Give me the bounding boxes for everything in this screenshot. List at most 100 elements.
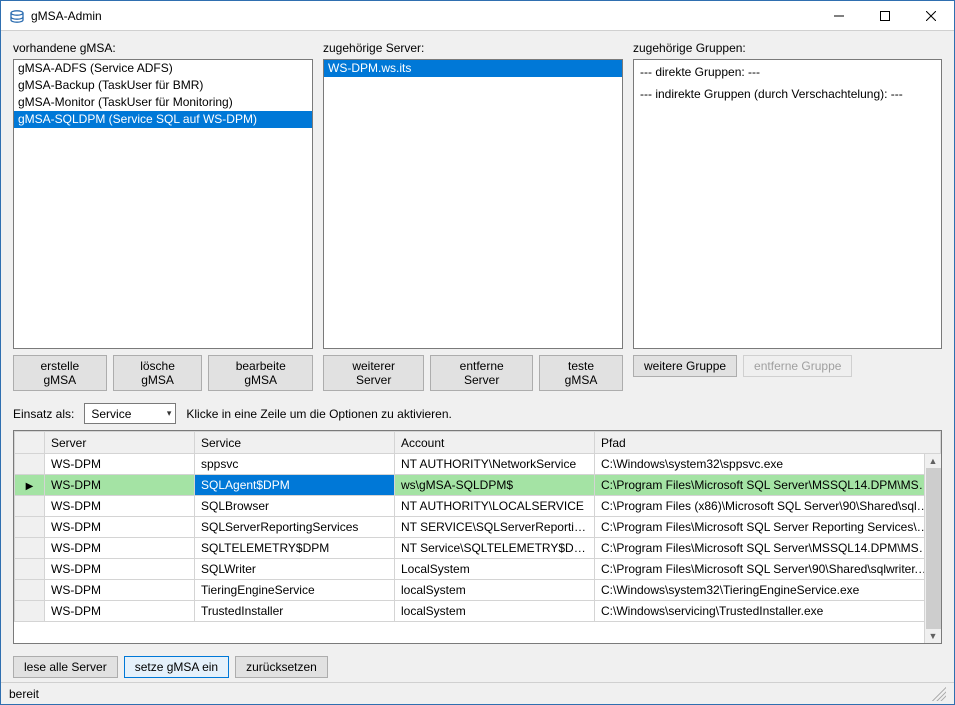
row-header bbox=[15, 517, 45, 538]
cell-pfad[interactable]: C:\Program Files (x86)\Microsoft SQL Ser… bbox=[595, 496, 941, 517]
close-button[interactable] bbox=[908, 1, 954, 30]
window-title: gMSA-Admin bbox=[31, 9, 816, 23]
table-row[interactable]: ▶WS-DPMSQLAgent$DPMws\gMSA-SQLDPM$C:\Pro… bbox=[15, 475, 941, 496]
cell-server[interactable]: WS-DPM bbox=[45, 538, 195, 559]
app-window: gMSA-Admin vorhandene gMSA: gMSA-ADFS (S… bbox=[0, 0, 955, 705]
cell-service[interactable]: SQLWriter bbox=[195, 559, 395, 580]
minimize-button[interactable] bbox=[816, 1, 862, 30]
cell-account[interactable]: NT SERVICE\SQLServerReportingSer... bbox=[395, 517, 595, 538]
reset-button[interactable]: zurücksetzen bbox=[235, 656, 328, 678]
cell-server[interactable]: WS-DPM bbox=[45, 496, 195, 517]
remove-group-button[interactable]: entferne Gruppe bbox=[743, 355, 852, 377]
add-server-button[interactable]: weiterer Server bbox=[323, 355, 424, 391]
server-column: zugehörige Server: WS-DPM.ws.its weitere… bbox=[323, 41, 623, 391]
row-header bbox=[15, 601, 45, 622]
add-group-button[interactable]: weitere Gruppe bbox=[633, 355, 737, 377]
table-row[interactable]: WS-DPMSQLWriterLocalSystemC:\Program Fil… bbox=[15, 559, 941, 580]
cell-service[interactable]: TrustedInstaller bbox=[195, 601, 395, 622]
scroll-up-icon[interactable]: ▲ bbox=[927, 454, 940, 468]
set-gmsa-button[interactable]: setze gMSA ein bbox=[124, 656, 229, 678]
server-listbox[interactable]: WS-DPM.ws.its bbox=[323, 59, 623, 349]
delete-gmsa-button[interactable]: lösche gMSA bbox=[113, 355, 203, 391]
scroll-thumb[interactable] bbox=[926, 468, 941, 629]
edit-gmsa-button[interactable]: bearbeite gMSA bbox=[208, 355, 313, 391]
cell-pfad[interactable]: C:\Windows\system32\TieringEngineService… bbox=[595, 580, 941, 601]
cell-pfad[interactable]: C:\Windows\servicing\TrustedInstaller.ex… bbox=[595, 601, 941, 622]
server-button-row: weiterer Server entferne Server teste gM… bbox=[323, 355, 623, 391]
remove-server-button[interactable]: entferne Server bbox=[430, 355, 533, 391]
cell-service[interactable]: SQLServerReportingServices bbox=[195, 517, 395, 538]
gmsa-listbox[interactable]: gMSA-ADFS (Service ADFS)gMSA-Backup (Tas… bbox=[13, 59, 313, 349]
test-gmsa-button[interactable]: teste gMSA bbox=[539, 355, 623, 391]
resize-grip[interactable] bbox=[932, 687, 946, 701]
cell-service[interactable]: SQLAgent$DPM bbox=[195, 475, 395, 496]
chevron-down-icon: ▾ bbox=[167, 408, 172, 419]
row-header bbox=[15, 496, 45, 517]
rowheader-corner bbox=[15, 432, 45, 454]
cell-account[interactable]: NT Service\SQLTELEMETRY$DPM bbox=[395, 538, 595, 559]
gmsa-list-item[interactable]: gMSA-SQLDPM (Service SQL auf WS-DPM) bbox=[14, 111, 312, 128]
content-area: vorhandene gMSA: gMSA-ADFS (Service ADFS… bbox=[1, 31, 954, 682]
status-text: bereit bbox=[9, 687, 39, 701]
cell-account[interactable]: NT AUTHORITY\NetworkService bbox=[395, 454, 595, 475]
group-column: zugehörige Gruppen: --- direkte Gruppen:… bbox=[633, 41, 942, 391]
table-row[interactable]: WS-DPMTrustedInstallerlocalSystemC:\Wind… bbox=[15, 601, 941, 622]
bottom-button-row: lese alle Server setze gMSA ein zurückse… bbox=[13, 656, 942, 678]
col-pfad[interactable]: Pfad bbox=[595, 432, 941, 454]
row-header bbox=[15, 580, 45, 601]
gmsa-list-item[interactable]: gMSA-Backup (TaskUser für BMR) bbox=[14, 77, 312, 94]
cell-account[interactable]: localSystem bbox=[395, 601, 595, 622]
row-header: ▶ bbox=[15, 475, 45, 496]
services-grid[interactable]: Server Service Account Pfad WS-DPMsppsvc… bbox=[14, 431, 941, 622]
col-account[interactable]: Account bbox=[395, 432, 595, 454]
table-row[interactable]: WS-DPMSQLBrowserNT AUTHORITY\LOCALSERVIC… bbox=[15, 496, 941, 517]
group-button-row: weitere Gruppe entferne Gruppe bbox=[633, 355, 942, 377]
vertical-scrollbar[interactable]: ▲ ▼ bbox=[924, 454, 941, 643]
group-box: --- direkte Gruppen: --- --- indirekte G… bbox=[633, 59, 942, 349]
services-grid-wrap: Server Service Account Pfad WS-DPMsppsvc… bbox=[13, 430, 942, 644]
maximize-button[interactable] bbox=[862, 1, 908, 30]
titlebar: gMSA-Admin bbox=[1, 1, 954, 31]
cell-server[interactable]: WS-DPM bbox=[45, 601, 195, 622]
cell-server[interactable]: WS-DPM bbox=[45, 454, 195, 475]
cell-pfad[interactable]: C:\Program Files\Microsoft SQL Server\MS… bbox=[595, 538, 941, 559]
read-servers-button[interactable]: lese alle Server bbox=[13, 656, 118, 678]
cell-server[interactable]: WS-DPM bbox=[45, 559, 195, 580]
table-row[interactable]: WS-DPMSQLServerReportingServicesNT SERVI… bbox=[15, 517, 941, 538]
row-header bbox=[15, 538, 45, 559]
server-list-item[interactable]: WS-DPM.ws.its bbox=[324, 60, 622, 77]
cell-pfad[interactable]: C:\Program Files\Microsoft SQL Server Re… bbox=[595, 517, 941, 538]
server-label: zugehörige Server: bbox=[323, 41, 623, 55]
cell-server[interactable]: WS-DPM bbox=[45, 475, 195, 496]
cell-account[interactable]: NT AUTHORITY\LOCALSERVICE bbox=[395, 496, 595, 517]
indirect-groups-label: --- indirekte Gruppen (durch Verschachte… bbox=[640, 86, 935, 102]
cell-server[interactable]: WS-DPM bbox=[45, 580, 195, 601]
cell-account[interactable]: ws\gMSA-SQLDPM$ bbox=[395, 475, 595, 496]
cell-service[interactable]: sppsvc bbox=[195, 454, 395, 475]
cell-pfad[interactable]: C:\Program Files\Microsoft SQL Server\90… bbox=[595, 559, 941, 580]
gmsa-list-item[interactable]: gMSA-ADFS (Service ADFS) bbox=[14, 60, 312, 77]
cell-service[interactable]: SQLTELEMETRY$DPM bbox=[195, 538, 395, 559]
einsatz-row: Einsatz als: Service ▾ Klicke in eine Ze… bbox=[13, 403, 942, 424]
table-row[interactable]: WS-DPMSQLTELEMETRY$DPMNT Service\SQLTELE… bbox=[15, 538, 941, 559]
cell-account[interactable]: LocalSystem bbox=[395, 559, 595, 580]
scroll-down-icon[interactable]: ▼ bbox=[927, 629, 940, 643]
table-row[interactable]: WS-DPMTieringEngineServicelocalSystemC:\… bbox=[15, 580, 941, 601]
create-gmsa-button[interactable]: erstelle gMSA bbox=[13, 355, 107, 391]
status-bar: bereit bbox=[1, 682, 954, 704]
cell-service[interactable]: TieringEngineService bbox=[195, 580, 395, 601]
top-panels: vorhandene gMSA: gMSA-ADFS (Service ADFS… bbox=[13, 41, 942, 391]
cell-server[interactable]: WS-DPM bbox=[45, 517, 195, 538]
einsatz-combo[interactable]: Service ▾ bbox=[84, 403, 176, 424]
cell-pfad[interactable]: C:\Program Files\Microsoft SQL Server\MS… bbox=[595, 475, 941, 496]
col-service[interactable]: Service bbox=[195, 432, 395, 454]
gmsa-column: vorhandene gMSA: gMSA-ADFS (Service ADFS… bbox=[13, 41, 313, 391]
cell-service[interactable]: SQLBrowser bbox=[195, 496, 395, 517]
table-row[interactable]: WS-DPMsppsvcNT AUTHORITY\NetworkServiceC… bbox=[15, 454, 941, 475]
cell-account[interactable]: localSystem bbox=[395, 580, 595, 601]
gmsa-button-row: erstelle gMSA lösche gMSA bearbeite gMSA bbox=[13, 355, 313, 391]
cell-pfad[interactable]: C:\Windows\system32\sppsvc.exe bbox=[595, 454, 941, 475]
col-server[interactable]: Server bbox=[45, 432, 195, 454]
gmsa-list-item[interactable]: gMSA-Monitor (TaskUser für Monitoring) bbox=[14, 94, 312, 111]
direct-groups-label: --- direkte Gruppen: --- bbox=[640, 64, 935, 80]
